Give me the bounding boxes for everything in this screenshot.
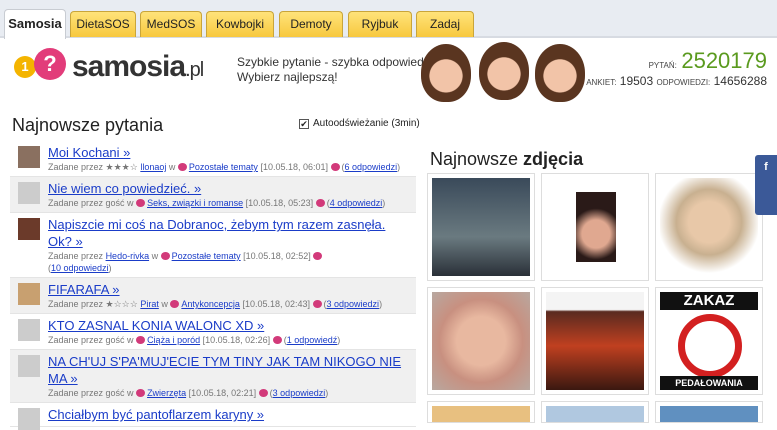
photo-thumbnail[interactable] bbox=[427, 401, 535, 423]
photo-thumbnail[interactable] bbox=[541, 401, 649, 423]
list-item: Moi Kochani » Zadane przez ★★★☆ llonaoj … bbox=[10, 141, 416, 177]
latest-questions-heading: Najnowsze pytania bbox=[12, 115, 164, 135]
logo-bubble-one: 1 bbox=[14, 56, 36, 78]
answers-icon bbox=[272, 336, 282, 344]
slogan-line-1: Szybkie pytanie - szybka odpowiedź bbox=[237, 55, 430, 69]
tab-dietasos[interactable]: DietaSOS bbox=[70, 11, 136, 37]
site-stats: PYTAŃ: 2520179 ANKIET: 19503 ODPOWIEDZI:… bbox=[586, 48, 767, 88]
avatar bbox=[18, 319, 40, 341]
avatar bbox=[18, 218, 40, 240]
list-item: FIFARAFA » Zadane przez ★☆☆☆ Pirat w Ant… bbox=[10, 278, 416, 314]
thumb-caption-top: ZAKAZ bbox=[660, 292, 758, 310]
auto-refresh-toggle[interactable]: ✔ Autoodświeżanie (3min) bbox=[299, 118, 420, 129]
question-link[interactable]: FIFARAFA » bbox=[48, 281, 412, 298]
polls-count: 19503 bbox=[619, 74, 654, 88]
slogan: Szybkie pytanie - szybka odpowiedź Wybie… bbox=[237, 55, 430, 85]
category-icon bbox=[177, 163, 187, 171]
category-link[interactable]: Seks, związki i romanse bbox=[147, 198, 243, 208]
photo-thumbnail[interactable]: ZAKAZ PEDAŁOWANIA bbox=[655, 287, 763, 395]
question-link[interactable]: Nie wiem co powiedzieć. » bbox=[48, 180, 412, 197]
question-link[interactable]: NA CH'UJ S'PA'MUJ'ECIE TYM TINY JAK TAM … bbox=[48, 353, 412, 387]
answers-link[interactable]: 3 odpowiedzi bbox=[327, 299, 380, 309]
avatar bbox=[18, 283, 40, 305]
photo-thumbnail[interactable] bbox=[427, 173, 535, 281]
questions-count: 2520179 bbox=[681, 48, 767, 73]
checkbox-checked-icon[interactable]: ✔ bbox=[299, 119, 309, 129]
photo-thumbnail[interactable] bbox=[655, 173, 763, 281]
category-link[interactable]: Ciąża i poród bbox=[147, 335, 200, 345]
avatar bbox=[18, 182, 40, 204]
answers-link[interactable]: 6 odpowiedzi bbox=[345, 162, 398, 172]
tab-demoty[interactable]: Demoty bbox=[279, 11, 343, 37]
list-item: KTO ZASNAL KONIA WALONC XD » Zadane prze… bbox=[10, 314, 416, 350]
answers-icon bbox=[315, 199, 325, 207]
answers-link[interactable]: 1 odpowiedź bbox=[287, 335, 338, 345]
photo-thumbnail[interactable] bbox=[541, 287, 649, 395]
tab-medsos[interactable]: MedSOS bbox=[140, 11, 202, 37]
question-list: Moi Kochani » Zadane przez ★★★☆ llonaoj … bbox=[10, 141, 416, 430]
answers-icon bbox=[258, 389, 268, 397]
photo-thumbnail[interactable] bbox=[541, 173, 649, 281]
slogan-line-2: Wybierz najlepszą! bbox=[237, 70, 338, 84]
answers-icon bbox=[313, 252, 323, 260]
tab-zadaj[interactable]: Zadaj bbox=[416, 11, 474, 37]
logo-text: samosia.pl bbox=[72, 50, 204, 83]
site-logo[interactable]: 1 ? samosia.pl bbox=[14, 46, 226, 90]
user-link[interactable]: Hedo-rivka bbox=[106, 251, 150, 261]
latest-photos-heading: Najnowsze zdjęcia bbox=[430, 149, 584, 169]
tab-ryjbuk[interactable]: Ryjbuk bbox=[348, 11, 412, 37]
category-icon bbox=[136, 199, 146, 207]
thumb-caption-bottom: PEDAŁOWANIA bbox=[660, 376, 758, 390]
user-link[interactable]: Pirat bbox=[140, 299, 159, 309]
facebook-icon[interactable]: f bbox=[755, 155, 777, 215]
photo-thumbnail[interactable] bbox=[427, 287, 535, 395]
category-link[interactable]: Pozostałe tematy bbox=[189, 162, 258, 172]
list-item: NA CH'UJ S'PA'MUJ'ECIE TYM TINY JAK TAM … bbox=[10, 350, 416, 403]
category-icon bbox=[160, 252, 170, 260]
category-link[interactable]: Zwierzęta bbox=[147, 388, 186, 398]
question-link[interactable]: Napiszcie mi coś na Dobranoc, żebym tym … bbox=[48, 216, 412, 250]
answers-count: 14656288 bbox=[713, 74, 767, 88]
logo-bubble-question: ? bbox=[34, 48, 66, 80]
header-faces-image bbox=[421, 42, 591, 102]
answers-link[interactable]: 10 odpowiedzi bbox=[51, 263, 109, 273]
tab-kowbojki[interactable]: Kowbojki bbox=[206, 11, 274, 37]
category-link[interactable]: Antykoncepcja bbox=[181, 299, 240, 309]
avatar bbox=[18, 146, 40, 168]
answers-link[interactable]: 4 odpowiedzi bbox=[330, 198, 383, 208]
tab-samosia[interactable]: Samosia bbox=[4, 9, 66, 39]
category-link[interactable]: Pozostałe tematy bbox=[172, 251, 241, 261]
answers-link[interactable]: 3 odpowiedzi bbox=[273, 388, 326, 398]
list-item: Chciałbym być pantoflarzem karyny » bbox=[10, 403, 416, 430]
answers-icon bbox=[330, 163, 340, 171]
question-link[interactable]: Chciałbym być pantoflarzem karyny » bbox=[48, 406, 412, 423]
list-item: Napiszcie mi coś na Dobranoc, żebym tym … bbox=[10, 213, 416, 278]
photo-thumbnail[interactable] bbox=[655, 401, 763, 423]
prohibition-sign-icon bbox=[678, 314, 742, 378]
category-icon bbox=[170, 300, 180, 308]
question-link[interactable]: KTO ZASNAL KONIA WALONC XD » bbox=[48, 317, 412, 334]
category-icon bbox=[136, 336, 146, 344]
category-icon bbox=[136, 389, 146, 397]
question-link[interactable]: Moi Kochani » bbox=[48, 144, 412, 161]
avatar bbox=[18, 408, 40, 430]
answers-icon bbox=[312, 300, 322, 308]
avatar bbox=[18, 355, 40, 377]
list-item: Nie wiem co powiedzieć. » Zadane przez g… bbox=[10, 177, 416, 213]
user-link[interactable]: llonaoj bbox=[140, 162, 166, 172]
